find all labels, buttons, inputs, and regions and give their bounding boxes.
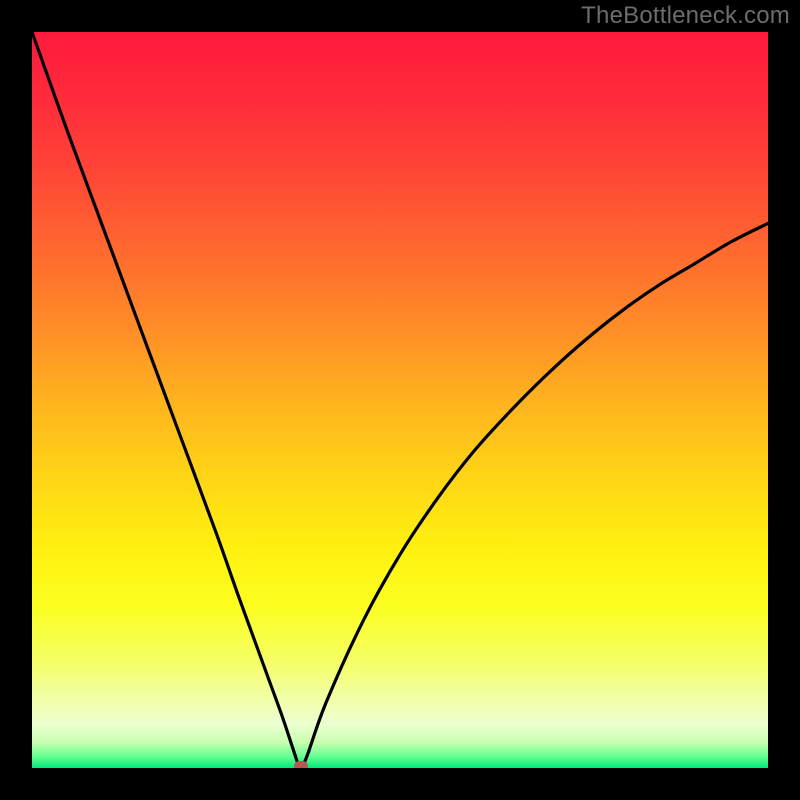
bottleneck-curve xyxy=(32,32,768,768)
optimal-point-marker xyxy=(294,761,308,768)
watermark-text: TheBottleneck.com xyxy=(581,2,790,30)
plot-area xyxy=(32,32,768,768)
chart-frame: TheBottleneck.com xyxy=(0,0,800,800)
